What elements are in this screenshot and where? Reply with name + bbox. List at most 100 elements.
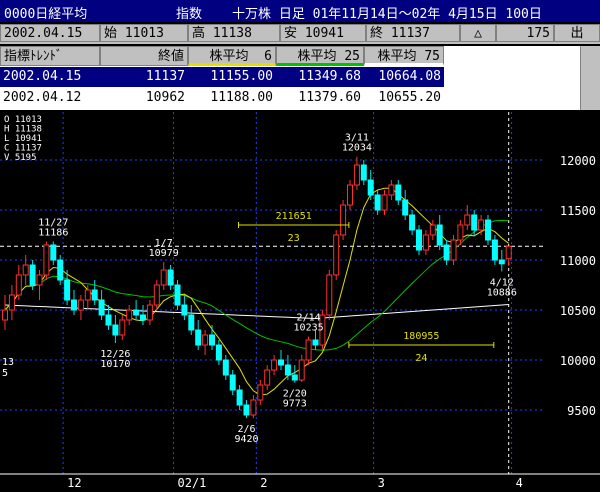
candle-body: [505, 245, 512, 260]
candle-body: [43, 244, 50, 276]
candle-body: [174, 284, 181, 306]
summary-high: 高 11138: [188, 24, 280, 42]
annotation-value: 10979: [149, 248, 179, 259]
x-tick-label: 02/1: [178, 476, 207, 490]
candle-body: [167, 269, 174, 286]
candle-body: [278, 359, 284, 366]
candle-body: [91, 289, 98, 301]
left-edge-label: 13: [2, 357, 14, 368]
candle-body: [36, 274, 43, 286]
annotation-value: 10886: [487, 287, 517, 298]
stock-kind: 指数: [176, 7, 203, 22]
candle-body: [381, 194, 388, 211]
col-header-close[interactable]: 終値: [100, 46, 188, 66]
row1-ma6[interactable]: 11155.00: [188, 67, 276, 87]
candle-body: [133, 309, 140, 316]
candle-body: [146, 304, 153, 321]
candle-body: [333, 234, 340, 276]
candle-body: [485, 219, 491, 241]
candle-body: [160, 269, 167, 286]
candle-body: [478, 219, 485, 231]
row2-ma25[interactable]: 11379.60: [276, 88, 364, 108]
candle-body: [202, 334, 209, 346]
candle-body: [77, 299, 84, 311]
candle-body: [236, 389, 243, 406]
candle-body: [215, 344, 222, 361]
candle-body: [326, 274, 333, 316]
table-scrollbar[interactable]: [580, 46, 600, 110]
candle-body: [229, 374, 236, 391]
annotation-value: 10235: [294, 323, 324, 334]
candle-body: [153, 284, 160, 306]
candle-body: [140, 314, 146, 321]
summary-date: 2002.04.15: [0, 24, 100, 42]
annotation-value: 9773: [283, 399, 307, 410]
measure-value: 180955: [403, 331, 439, 342]
y-tick-label: 10000: [560, 354, 596, 368]
candle-body: [305, 339, 312, 361]
candle-body: [347, 184, 353, 206]
candle-body: [264, 369, 271, 386]
col-header-ma75[interactable]: 株平均 75: [364, 46, 444, 66]
change-symbol: △: [460, 24, 496, 42]
row1-ma25[interactable]: 11349.68: [276, 67, 364, 87]
ohlc-info-text: L 10941: [4, 134, 42, 144]
ma6-line: [4, 187, 510, 396]
y-tick-label: 12000: [560, 154, 596, 168]
title-bar: 0000日経平均 指数 十万株 日足 01年11月14日～02年 4月15日 1…: [0, 0, 600, 22]
candle-body: [64, 279, 71, 301]
candle-body: [84, 289, 91, 301]
x-tick-label: 4: [516, 476, 523, 490]
row2-ma6[interactable]: 11188.00: [188, 88, 276, 108]
candle-body: [422, 234, 429, 251]
annotation-value: 10170: [100, 359, 130, 370]
candle-body: [222, 359, 229, 376]
stock-code: 0000日経平均: [4, 7, 88, 22]
candle-body: [57, 259, 64, 281]
exit-button[interactable]: 出: [554, 24, 600, 42]
row1-ma75[interactable]: 10664.08: [364, 67, 444, 87]
row2-close[interactable]: 10962: [100, 88, 188, 108]
annotation-value: 9420: [234, 434, 258, 445]
candle-body: [271, 359, 278, 371]
candle-body: [388, 184, 395, 196]
candle-body: [188, 314, 195, 331]
summary-close: 終 11137: [366, 24, 460, 42]
y-tick-label: 11000: [560, 254, 596, 268]
candle-body: [98, 299, 105, 316]
candle-body: [105, 314, 112, 326]
candle-body: [450, 239, 457, 261]
row2-ma75[interactable]: 10655.20: [364, 88, 444, 108]
measure-value: 211651: [276, 211, 312, 222]
summary-low: 安 10941: [280, 24, 366, 42]
candle-body: [429, 224, 436, 236]
col-header-trend[interactable]: 指標ﾄﾚﾝﾄﾞ: [0, 46, 100, 66]
candle-body: [498, 259, 505, 265]
row1-close[interactable]: 11137: [100, 67, 188, 87]
candle-body: [298, 359, 305, 381]
candle-body: [209, 334, 215, 346]
col-header-ma6[interactable]: 株平均 6: [188, 46, 276, 66]
candle-body: [374, 194, 381, 211]
candle-body: [457, 224, 464, 241]
col-header-ma25[interactable]: 株平均 25: [276, 46, 364, 66]
row1-date[interactable]: 2002.04.15: [0, 67, 100, 87]
candlestick-chart[interactable]: O 11013H 11138L 10941C 11137V 5195 11/27…: [0, 112, 600, 492]
row2-date[interactable]: 2002.04.12: [0, 88, 100, 108]
x-tick-label: 12: [67, 476, 81, 490]
x-tick-label: 2: [260, 476, 267, 490]
chart-description: 十万株 日足 01年11月14日～02年 4月15日 100日: [232, 7, 542, 22]
candle-body: [126, 309, 133, 321]
summary-bar: 2002.04.15 始 11013 高 11138 安 10941 終 111…: [0, 24, 600, 44]
candle-body: [491, 239, 498, 261]
annotation-value: 12034: [342, 143, 372, 154]
ohlc-info-text: O 11013: [4, 115, 42, 125]
candle-body: [409, 214, 416, 231]
summary-change: 175: [496, 24, 554, 42]
candle-body: [471, 214, 478, 231]
candle-body: [436, 224, 443, 246]
annotation-value: 11186: [38, 227, 68, 238]
candle-body: [29, 264, 36, 286]
left-edge-label: 5: [2, 368, 8, 379]
candle-body: [181, 304, 188, 316]
